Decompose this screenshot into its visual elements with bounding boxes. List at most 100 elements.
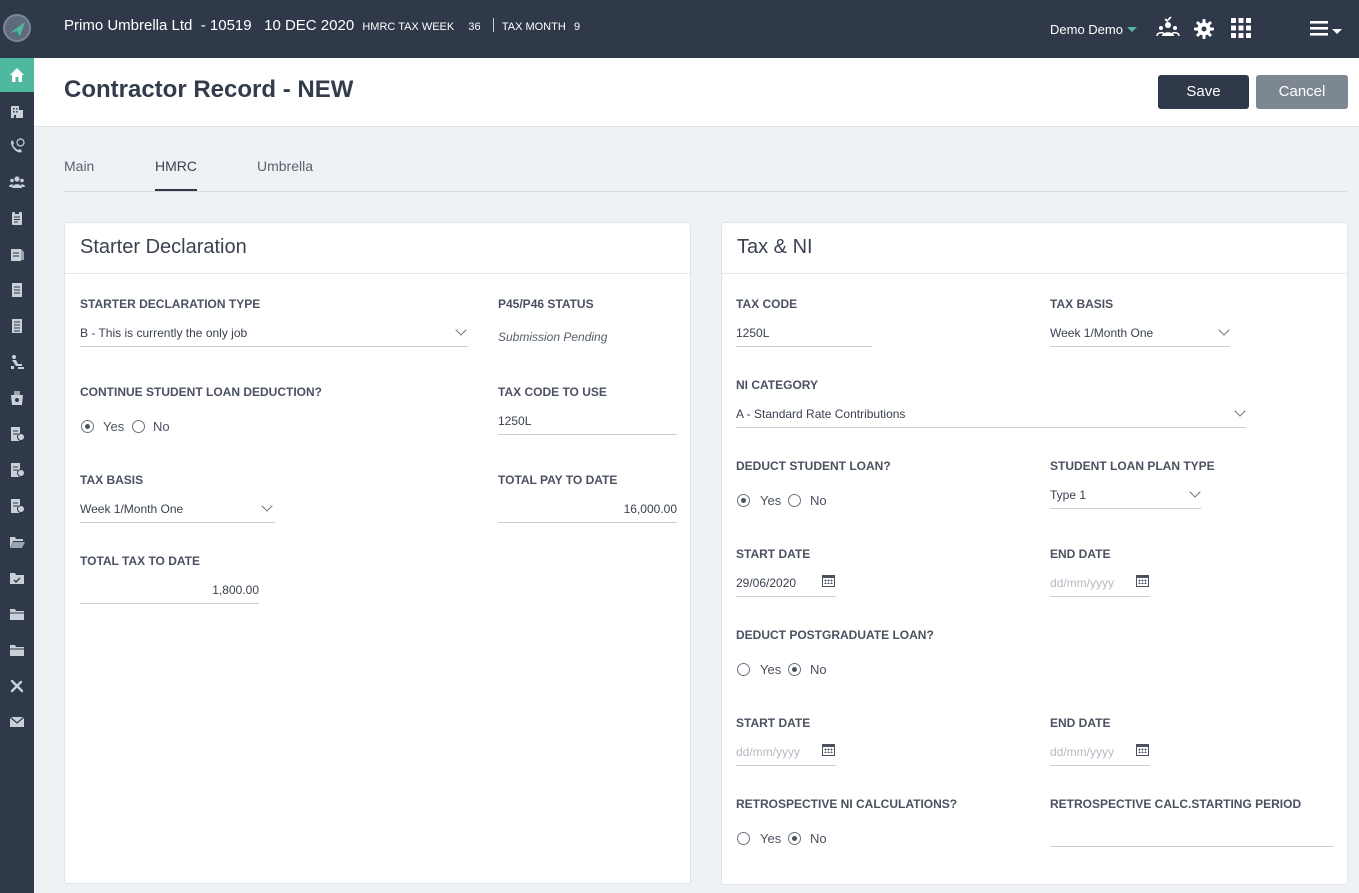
invoice-icon	[11, 247, 24, 261]
sidebar-item-tools[interactable]	[0, 669, 34, 703]
tax-week-value: 36	[468, 21, 481, 33]
starter-declaration-type-select[interactable]: B - This is currently the only job	[80, 326, 247, 340]
pg-end-date-input[interactable]: dd/mm/yyyy	[1050, 745, 1114, 759]
field-underline	[736, 765, 836, 766]
divider	[65, 273, 690, 274]
deduct-postgraduate-yes-radio[interactable]	[737, 663, 750, 676]
sidebar-item-reports-3[interactable]	[0, 489, 34, 523]
total-pay-label: TOTAL PAY TO DATE	[498, 473, 618, 487]
end-date-input[interactable]: dd/mm/yyyy	[1050, 576, 1114, 590]
retrospective-ni-yes-radio[interactable]	[737, 832, 750, 845]
envelope-icon	[9, 716, 25, 727]
tax-month-label: TAX MONTH	[501, 21, 566, 33]
sidebar-item-support[interactable]	[0, 129, 34, 163]
sidebar-item-folder-open[interactable]	[0, 525, 34, 559]
chevron-down-icon[interactable]	[1189, 486, 1201, 498]
field-underline	[736, 427, 1246, 428]
hamburger-menu-icon[interactable]	[1310, 16, 1350, 42]
chevron-down-icon[interactable]	[455, 324, 467, 336]
sidebar-item-timesheets[interactable]	[0, 201, 34, 235]
chevron-down-icon[interactable]	[1218, 324, 1230, 336]
apps-grid-icon[interactable]	[1229, 16, 1255, 42]
field-underline	[1050, 765, 1150, 766]
deduct-postgraduate-no-radio[interactable]	[788, 663, 801, 676]
sidebar-item-documents[interactable]	[0, 273, 34, 307]
users-icon	[9, 176, 25, 188]
report-icon	[11, 427, 25, 441]
app-logo[interactable]	[3, 14, 31, 42]
radio-label-yes: Yes	[760, 662, 782, 677]
sidebar-item-reports[interactable]	[0, 417, 34, 451]
calendar-icon[interactable]	[822, 575, 835, 587]
total-pay-input[interactable]: 16,000.00	[498, 502, 677, 516]
logo-mark-icon	[10, 22, 25, 36]
tax-basis-select[interactable]: Week 1/Month One	[1050, 326, 1153, 340]
deduct-student-loan-label: DEDUCT STUDENT LOAN?	[736, 459, 891, 473]
student-loan-yes-radio[interactable]	[81, 420, 94, 433]
field-underline	[736, 596, 836, 597]
gear-icon[interactable]	[1192, 16, 1218, 42]
deduct-postgraduate-loan-label: DEDUCT POSTGRADUATE LOAN?	[736, 628, 934, 642]
sidebar-item-invoices[interactable]	[0, 237, 34, 271]
sidebar-item-folder-2[interactable]	[0, 633, 34, 667]
top-bar: Primo Umbrella Ltd - 10519 10 DEC 2020 H…	[0, 0, 1359, 58]
sidebar-item-folder[interactable]	[0, 597, 34, 631]
tax-basis-select[interactable]: Week 1/Month One	[80, 502, 183, 516]
end-date-label: END DATE	[1050, 547, 1111, 561]
p45-status-label: P45/P46 STATUS	[498, 297, 594, 311]
card-title: Starter Declaration	[80, 236, 247, 258]
radio-label-no: No	[810, 493, 827, 508]
radio-label-no: No	[810, 662, 827, 677]
student-loan-no-radio[interactable]	[132, 420, 145, 433]
calendar-icon[interactable]	[822, 744, 835, 756]
field-underline	[498, 522, 677, 523]
users-check-icon[interactable]	[1156, 16, 1182, 42]
start-date-input[interactable]: 29/06/2020	[736, 576, 796, 590]
pg-start-date-input[interactable]: dd/mm/yyyy	[736, 745, 800, 759]
company-id: - 10519	[200, 17, 252, 34]
sidebar-item-workers[interactable]	[0, 345, 34, 379]
tax-code-to-use-input[interactable]: 1250L	[498, 414, 531, 428]
chevron-down-icon[interactable]	[1234, 405, 1246, 417]
starter-declaration-type-label: STARTER DECLARATION TYPE	[80, 297, 261, 311]
total-tax-label: TOTAL TAX TO DATE	[80, 554, 200, 568]
chevron-down-icon[interactable]	[261, 500, 273, 512]
tab-umbrella[interactable]: Umbrella	[257, 158, 313, 191]
sidebar-item-companies[interactable]	[0, 94, 34, 128]
sidebar	[0, 58, 34, 893]
sidebar-item-home[interactable]	[0, 58, 34, 92]
tab-main[interactable]: Main	[64, 158, 94, 191]
field-underline	[1050, 846, 1334, 847]
ni-category-select[interactable]: A - Standard Rate Contributions	[736, 407, 905, 421]
calendar-icon[interactable]	[1136, 744, 1149, 756]
student-loan-plan-type-select[interactable]: Type 1	[1050, 488, 1086, 502]
sidebar-item-folder-check[interactable]	[0, 561, 34, 595]
tab-hmrc[interactable]: HMRC	[155, 158, 197, 191]
user-menu[interactable]: Demo Demo	[1050, 22, 1137, 37]
report-2-icon	[11, 463, 25, 477]
sidebar-item-messages[interactable]	[0, 705, 34, 739]
deduct-student-loan-no-radio[interactable]	[788, 494, 801, 507]
deduct-student-loan-yes-radio[interactable]	[737, 494, 750, 507]
tax-ni-card: Tax & NI TAX CODE 1250L TAX BASIS Week 1…	[721, 222, 1348, 885]
user-name: Demo Demo	[1050, 22, 1123, 37]
sidebar-item-reports-2[interactable]	[0, 453, 34, 487]
divider	[722, 273, 1347, 274]
sidebar-item-contractors[interactable]	[0, 165, 34, 199]
phone-24-icon	[11, 138, 25, 153]
total-tax-input[interactable]: 1,800.00	[80, 583, 259, 597]
page-header: Contractor Record - NEW Save Cancel	[34, 58, 1359, 127]
company-context: Primo Umbrella Ltd - 10519 10 DEC 2020 H…	[64, 17, 580, 34]
sidebar-item-lists[interactable]	[0, 309, 34, 343]
sidebar-item-payments[interactable]	[0, 381, 34, 415]
clipboard-icon	[12, 211, 22, 225]
save-button[interactable]: Save	[1158, 75, 1249, 109]
cancel-button[interactable]: Cancel	[1256, 75, 1348, 109]
student-loan-plan-type-label: STUDENT LOAN PLAN TYPE	[1050, 459, 1215, 473]
report-3-icon	[11, 499, 25, 513]
tax-code-input[interactable]: 1250L	[736, 326, 769, 340]
retrospective-ni-no-radio[interactable]	[788, 832, 801, 845]
tools-icon	[10, 679, 24, 693]
calendar-icon[interactable]	[1136, 575, 1149, 587]
pg-end-date-label: END DATE	[1050, 716, 1111, 730]
